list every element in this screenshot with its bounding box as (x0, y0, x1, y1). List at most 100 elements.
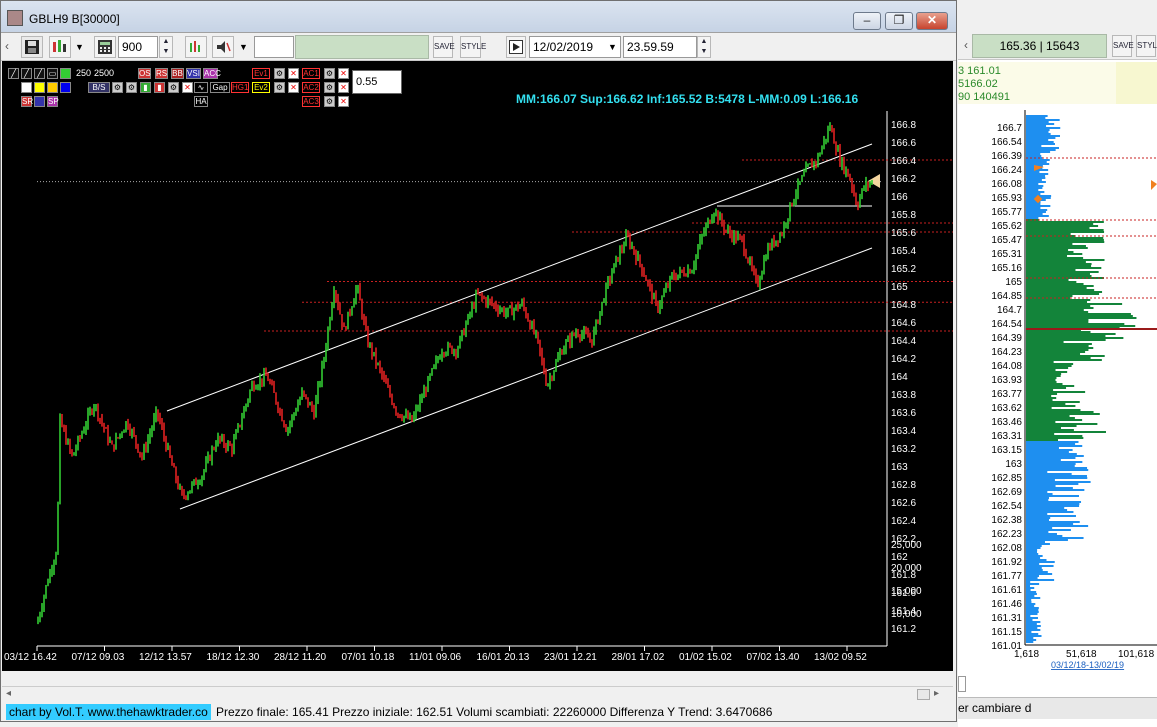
settings-icon[interactable]: ⚙ (112, 82, 123, 93)
bs-button[interactable]: B/S (88, 82, 110, 93)
time-input[interactable]: 23.59.59 (623, 36, 697, 58)
profile-price-label: 162.23 (991, 529, 1022, 540)
ac2-button[interactable]: AC2 (302, 82, 320, 93)
profile-bar (1026, 161, 1047, 163)
gap-button[interactable]: Gap (210, 82, 230, 93)
close-icon[interactable]: ✕ (338, 82, 349, 93)
profile-bar (1026, 523, 1074, 525)
profile-bar (1026, 639, 1037, 641)
timeframe-stepper[interactable]: ▲ ▼ (159, 36, 173, 58)
settings-icon[interactable]: ⚙ (168, 82, 179, 93)
chevron-down-icon[interactable]: ▼ (239, 42, 248, 52)
volume-profile-chart[interactable]: 166.7 166.54 166.39 166.24 166.08 165.93 165.7… (958, 110, 1157, 670)
close-button[interactable]: ✕ (916, 12, 948, 30)
bars-icon[interactable]: ▮ (154, 82, 165, 93)
price-label: 162 (891, 552, 908, 563)
profile-bar (1026, 305, 1091, 307)
ha-button[interactable]: HA (194, 96, 208, 107)
settings-icon[interactable]: ⚙ (324, 82, 335, 93)
color-green-icon[interactable] (60, 68, 71, 79)
restore-button[interactable]: ❐ (885, 12, 913, 30)
profile-bar (1026, 311, 1089, 313)
bb-button[interactable]: BB (171, 68, 184, 79)
ev1-button[interactable]: Ev1 (252, 68, 270, 79)
scroll-right-icon[interactable]: ▸ (934, 688, 939, 699)
wave-icon[interactable]: ∿ (194, 82, 208, 93)
ac1-button[interactable]: AC1 (302, 68, 320, 79)
profile-bar (1026, 401, 1080, 403)
chevron-down-icon[interactable]: ▼ (608, 42, 617, 52)
scroll-left-icon[interactable]: ‹ (5, 39, 9, 53)
line-tool-icon[interactable]: ╱ (34, 68, 45, 79)
close-icon[interactable]: ✕ (288, 82, 299, 93)
line-tool-icon[interactable]: ╱ (21, 68, 32, 79)
profile-bar (1026, 527, 1053, 529)
acc-button[interactable]: ACC (203, 68, 221, 79)
price-chart[interactable]: 166.8 166.6 166.4 166.2 166 165.8 165.6 165.4 16… (2, 61, 953, 671)
panel-save-button[interactable]: SAVE (1112, 35, 1134, 57)
bars-icon[interactable]: ▮ (140, 82, 151, 93)
horizontal-scrollbar[interactable]: ◂ ▸ (2, 686, 953, 702)
close-icon[interactable]: ✕ (338, 96, 349, 107)
blue-button[interactable] (34, 96, 45, 107)
panel-scroll-box[interactable] (958, 676, 966, 692)
calculator-icon[interactable] (94, 36, 116, 58)
audio-icon[interactable] (212, 36, 234, 58)
ev2-button[interactable]: Ev2 (252, 82, 270, 93)
play-icon[interactable] (506, 36, 526, 58)
minimize-button[interactable]: – (853, 12, 881, 30)
color-yellow-icon[interactable] (34, 82, 45, 93)
time-stepper[interactable]: ▲ ▼ (697, 36, 711, 58)
scroll-left-icon[interactable]: ◂ (6, 688, 11, 699)
close-icon[interactable]: ✕ (182, 82, 193, 93)
rs-button[interactable]: RS (155, 68, 168, 79)
settings-icon[interactable]: ⚙ (324, 96, 335, 107)
period-250[interactable]: 250 (76, 68, 91, 78)
profile-bar (1026, 589, 1031, 591)
color-white-icon[interactable] (21, 82, 32, 93)
title-bar[interactable]: GBLH9 B[30000] – ❐ ✕ (1, 1, 956, 33)
color-blue-icon[interactable] (60, 82, 71, 93)
channel-tool-icon[interactable]: ▭ (47, 68, 58, 79)
profile-price-label: 165.47 (991, 235, 1022, 246)
chevron-down-icon[interactable]: ▼ (75, 42, 84, 52)
profile-bar (1026, 215, 1049, 217)
profile-bar (1026, 579, 1055, 581)
blank-input[interactable] (254, 36, 294, 58)
price-label: 164.2 (891, 354, 916, 365)
settings-icon[interactable]: ⚙ (274, 68, 285, 79)
profile-bar (1026, 497, 1050, 499)
style-button[interactable]: STYLE (460, 36, 486, 58)
ac3-button[interactable]: AC3 (302, 96, 320, 107)
close-icon[interactable]: ✕ (338, 68, 349, 79)
credit-link[interactable]: chart by Vol.T. www.thehawktrader.co (6, 704, 211, 720)
save-disk-icon[interactable] (21, 36, 43, 58)
vsi-button[interactable]: VSI (186, 68, 201, 79)
param-input[interactable]: 0.55 (352, 70, 402, 94)
sp-button[interactable]: SP (47, 96, 59, 107)
timeframe-input[interactable]: 900 (118, 36, 158, 58)
save-button[interactable]: SAVE (433, 36, 455, 58)
close-icon[interactable]: ✕ (288, 68, 299, 79)
profile-bar (1026, 615, 1031, 617)
indicator-icon[interactable] (185, 36, 207, 58)
profile-bar (1026, 495, 1079, 497)
profile-bar (1026, 493, 1053, 495)
settings-icon[interactable]: ⚙ (126, 82, 137, 93)
scroll-thumb[interactable] (917, 689, 930, 700)
line-tool-icon[interactable]: ╱ (8, 68, 19, 79)
profile-bar (1026, 345, 1089, 347)
chart-type-icon[interactable] (49, 36, 71, 58)
profile-x-label: 101,618 (1118, 649, 1155, 660)
settings-icon[interactable]: ⚙ (324, 68, 335, 79)
hg1-button[interactable]: HG1 (231, 82, 249, 93)
panel-style-button[interactable]: STYLE (1136, 35, 1157, 57)
settings-icon[interactable]: ⚙ (274, 82, 285, 93)
period-2500[interactable]: 2500 (94, 68, 114, 78)
sr-button[interactable]: SR (21, 96, 33, 107)
profile-bar (1026, 301, 1088, 303)
os-button[interactable]: OS (138, 68, 151, 79)
scroll-left-icon[interactable]: ‹ (964, 38, 968, 52)
time-label: 07/02 13.40 (747, 652, 800, 663)
color-orange-icon[interactable] (47, 82, 58, 93)
